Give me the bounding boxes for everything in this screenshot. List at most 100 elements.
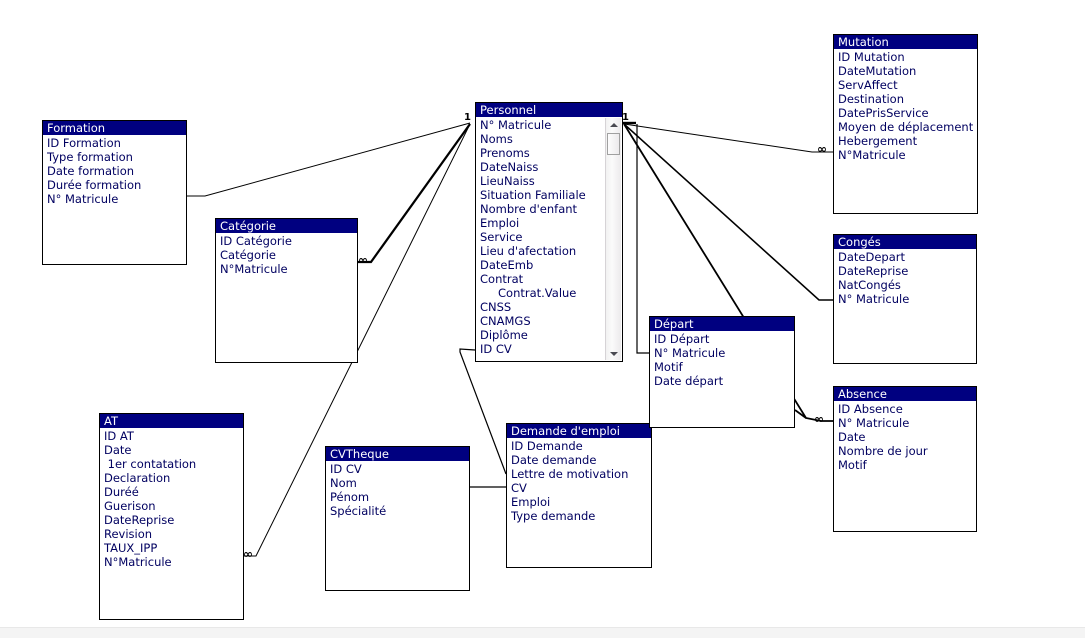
field-list-absence: ID Absence N° Matricule Date Nombre de j… — [834, 401, 976, 472]
field-row: Guerison — [104, 499, 156, 513]
personnel-vertical-scrollbar[interactable] — [605, 118, 621, 360]
field-row: ID Absence — [838, 402, 903, 416]
cardinality-many-mutation: ∞ — [817, 142, 827, 156]
field-row: ID Départ — [654, 332, 710, 346]
table-title-conges: Congés — [834, 235, 976, 249]
table-title-at: AT — [100, 414, 243, 428]
cardinality-many-categorie: ∞ — [358, 253, 368, 267]
field-row: Catégorie — [220, 248, 276, 262]
field-row: ID AT — [104, 429, 134, 443]
field-row: Lieu d'afectation — [480, 244, 577, 258]
field-row: Type formation — [47, 150, 133, 164]
field-row: Type demande — [511, 509, 596, 523]
field-row: CNSS — [480, 300, 512, 314]
link-depart-corner — [794, 409, 807, 419]
table-at[interactable]: AT ID AT Date 1er contatation Declaratio… — [99, 413, 244, 620]
scroll-up-arrow[interactable] — [606, 118, 621, 131]
field-row: N° Matricule — [47, 192, 119, 206]
field-row: Noms — [480, 132, 513, 146]
field-row: DateEmb — [480, 258, 534, 272]
field-row: N° Matricule — [654, 346, 726, 360]
scroll-down-arrow[interactable] — [606, 347, 621, 360]
field-row: DateNaiss — [480, 160, 539, 174]
field-row: Spécialité — [330, 504, 387, 518]
field-row: Hebergement — [838, 134, 918, 148]
field-row: Emploi — [511, 495, 551, 509]
scroll-thumb[interactable] — [607, 133, 620, 155]
table-conges[interactable]: Congés DateDepart DateReprise NatCongés … — [833, 234, 977, 364]
cardinality-one-left: 1 — [464, 112, 471, 123]
field-row: DateReprise — [838, 264, 909, 278]
field-list-demande-emploi: ID Demande Date demande Lettre de motiva… — [507, 438, 651, 523]
field-row: ID Formation — [47, 136, 121, 150]
field-row: N°Matricule — [104, 555, 172, 569]
field-row: Contrat — [480, 272, 524, 286]
field-row: CNAMGS — [480, 314, 531, 328]
field-row: Situation Familiale — [480, 188, 586, 202]
table-depart[interactable]: Départ ID Départ N° Matricule Motif Date… — [649, 316, 795, 428]
field-row-subvalue: Contrat.Value — [498, 286, 577, 300]
field-row: ID CV — [480, 342, 512, 356]
field-row: Nombre de jour — [838, 444, 928, 458]
field-row: Lettre de motivation — [511, 467, 629, 481]
field-row: Emploi — [480, 216, 520, 230]
link-personnel-mutation — [623, 123, 833, 153]
triangle-down-icon — [609, 351, 618, 356]
cardinality-many-absence: ∞ — [814, 412, 824, 426]
field-row: Date formation — [47, 164, 135, 178]
field-row: Date — [104, 443, 132, 457]
field-row: N°Matricule — [220, 262, 288, 276]
table-categorie[interactable]: Catégorie ID Catégorie Catégorie N°Matri… — [215, 218, 358, 363]
table-title-cvtheque: CVTheque — [326, 447, 469, 461]
table-title-mutation: Mutation — [834, 35, 977, 49]
field-row: Motif — [838, 458, 867, 472]
table-title-personnel: Personnel — [476, 103, 622, 117]
field-row: ID Demande — [511, 439, 583, 453]
field-row: N°Matricule — [838, 148, 906, 162]
field-row: N° Matricule — [838, 292, 910, 306]
field-row: Nom — [330, 476, 357, 490]
field-row: Durée formation — [47, 178, 142, 192]
field-row: ID CV — [330, 462, 362, 476]
link-personnel-conges — [623, 123, 833, 301]
table-title-depart: Départ — [650, 317, 794, 331]
field-list-categorie: ID Catégorie Catégorie N°Matricule — [216, 233, 357, 276]
field-row: Prenoms — [480, 146, 530, 160]
field-row: NatCongés — [838, 278, 901, 292]
table-absence[interactable]: Absence ID Absence N° Matricule Date Nom… — [833, 386, 977, 532]
table-cvtheque[interactable]: CVTheque ID CV Nom Pénom Spécialité — [325, 446, 470, 591]
link-personnel-categorie — [358, 123, 471, 264]
bottom-status-strip — [0, 627, 1085, 638]
relationships-canvas: Formation ID Formation Type formation Da… — [0, 0, 1085, 638]
field-list-personnel: N° Matricule Noms Prenoms DateNaiss Lieu… — [476, 117, 622, 356]
field-row: DatePrisService — [838, 106, 929, 120]
field-row: ID Catégorie — [220, 234, 292, 248]
field-row: N° Matricule — [838, 416, 910, 430]
field-list-depart: ID Départ N° Matricule Motif Date départ — [650, 331, 794, 388]
field-row: Duréé — [104, 485, 139, 499]
field-row: DateDepart — [838, 250, 906, 264]
field-list-conges: DateDepart DateReprise NatCongés N° Matr… — [834, 249, 976, 306]
field-row: Destination — [838, 92, 904, 106]
table-title-absence: Absence — [834, 387, 976, 401]
table-demande-emploi[interactable]: Demande d'emploi ID Demande Date demande… — [506, 423, 652, 568]
field-list-formation: ID Formation Type formation Date formati… — [43, 135, 186, 206]
field-row: Declaration — [104, 471, 171, 485]
table-personnel[interactable]: Personnel N° Matricule Noms Prenoms Date… — [475, 102, 623, 362]
field-list-mutation: ID Mutation DateMutation ServAffect Dest… — [834, 49, 977, 162]
field-row: Revision — [104, 527, 153, 541]
field-list-cvtheque: ID CV Nom Pénom Spécialité — [326, 461, 469, 518]
field-row: Nombre d'enfant — [480, 202, 578, 216]
field-row: CV — [511, 481, 527, 495]
field-row: Moyen de déplacement — [838, 120, 974, 134]
table-formation[interactable]: Formation ID Formation Type formation Da… — [42, 120, 187, 265]
link-personnel-depart — [636, 124, 649, 354]
table-mutation[interactable]: Mutation ID Mutation DateMutation ServAf… — [833, 34, 978, 214]
table-title-categorie: Catégorie — [216, 219, 357, 233]
cardinality-one-right: 1 — [622, 112, 629, 123]
field-row: Diplôme — [480, 328, 528, 342]
field-row: ID Mutation — [838, 50, 905, 64]
field-row: Date départ — [654, 374, 724, 388]
table-title-demande-emploi: Demande d'emploi — [507, 424, 651, 438]
field-row: DateMutation — [838, 64, 917, 78]
